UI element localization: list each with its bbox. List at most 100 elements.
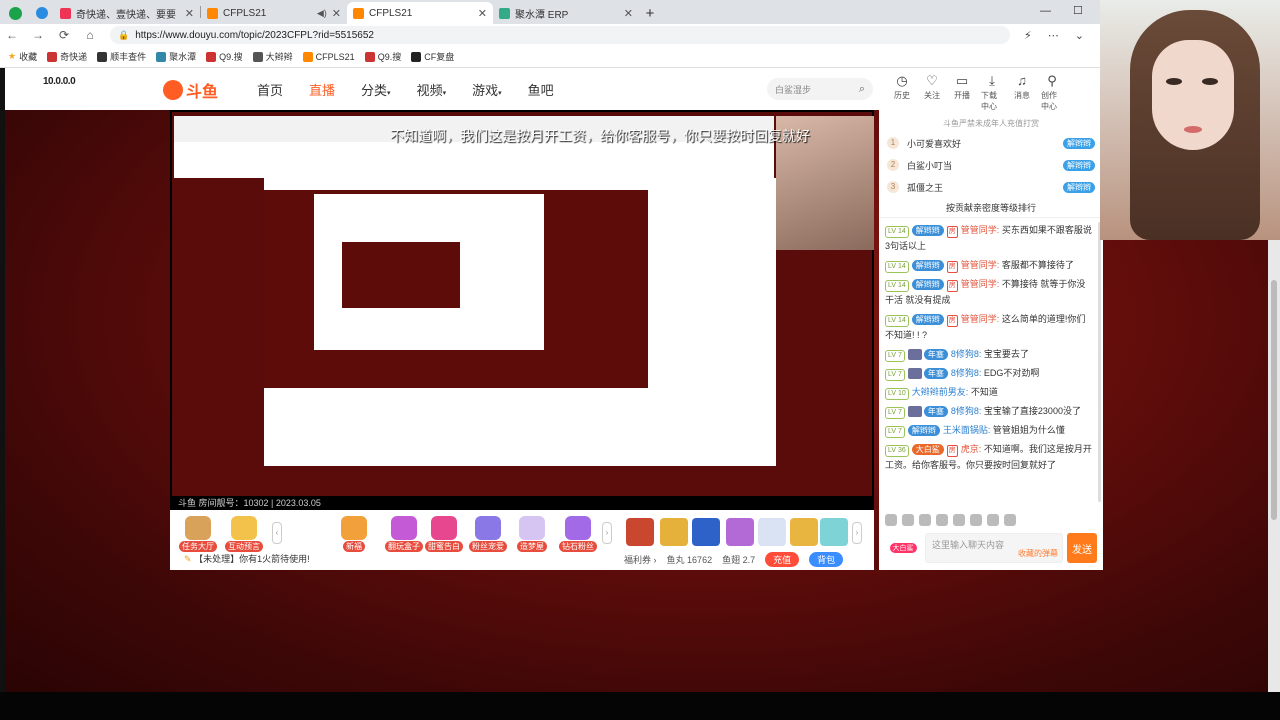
browser-logo-icon[interactable] xyxy=(0,2,30,24)
saved-danmaku-link[interactable]: 收藏的弹幕 xyxy=(1018,548,1058,559)
search-box[interactable]: 白鲨湿步 ⌕ xyxy=(767,78,873,100)
tool-messages[interactable]: ♫ 消息 xyxy=(1011,74,1033,112)
filter-icon[interactable] xyxy=(987,514,999,526)
rocket-notice[interactable]: ✎ 【未处理】你有1火箭待使用! xyxy=(184,552,310,565)
back-icon[interactable]: ← xyxy=(6,28,18,42)
rank-row[interactable]: 3 孤僵之王 解辫辫 xyxy=(879,176,1103,198)
rank-row[interactable]: 2 白鲨小叮当 解辫辫 xyxy=(879,154,1103,176)
recharge-button[interactable]: 充值 xyxy=(765,552,800,567)
bookmark-item[interactable]: Q9.搜 xyxy=(206,50,243,63)
minimize-icon[interactable]: — xyxy=(1040,0,1051,22)
bookmark-item[interactable]: CFPLS21 xyxy=(302,51,355,62)
lightning-icon[interactable]: ⚡ xyxy=(1024,29,1032,42)
rank-more-link[interactable]: 按贡献亲密度等级排行 xyxy=(879,198,1103,218)
settings-icon[interactable] xyxy=(970,514,982,526)
forward-icon[interactable]: → xyxy=(32,28,44,42)
prediction-button[interactable]: 互动预言 xyxy=(225,516,263,552)
nav-video[interactable]: 视频▾ xyxy=(417,80,447,99)
rocket-icon[interactable] xyxy=(692,518,720,546)
emoji-icon[interactable] xyxy=(885,514,897,526)
bookmark-item[interactable]: 顺丰查件 xyxy=(97,50,146,63)
new-tab-button[interactable]: + xyxy=(639,2,661,24)
gift-diamond-fan[interactable]: 钻石粉丝 xyxy=(559,516,597,552)
nav-games[interactable]: 游戏▾ xyxy=(472,80,502,99)
shield-icon[interactable] xyxy=(936,514,948,526)
chat-username[interactable]: 管管同学: xyxy=(961,279,1000,289)
more-arrow-icon[interactable]: › xyxy=(852,522,862,544)
nav-yuba[interactable]: 鱼吧 xyxy=(528,80,554,99)
megaphone-icon[interactable] xyxy=(902,514,914,526)
plane-icon[interactable] xyxy=(758,518,786,546)
maximize-icon[interactable]: ☐ xyxy=(1073,0,1083,22)
rank-row[interactable]: 1 小可爱喜欢好 解辫辫 xyxy=(879,132,1103,154)
nav-home[interactable]: 首页 xyxy=(257,80,283,99)
tool-history[interactable]: ◷ 历史 xyxy=(891,74,913,112)
gift-xinfu[interactable]: 新福 xyxy=(338,516,370,552)
gift-slot-icon[interactable] xyxy=(626,518,654,546)
gear-icon[interactable] xyxy=(1004,514,1016,526)
tab-kuaidi[interactable]: 奇快递、壹快递、要要 ✕ xyxy=(54,2,200,24)
main-menu: 首页 直播 分类▾ 视频▾ 游戏▾ 鱼吧 xyxy=(257,80,554,99)
douyu-logo[interactable]: 斗鱼 xyxy=(163,78,218,102)
chevron-down-icon[interactable]: ⌄ xyxy=(1075,29,1084,42)
chat-username[interactable]: 王米面锅贴: xyxy=(943,425,991,435)
chat-username[interactable]: 管管同学: xyxy=(961,260,1000,270)
search-icon[interactable]: ⌕ xyxy=(859,83,865,96)
bookmark-item[interactable]: Q9.搜 xyxy=(364,50,401,63)
gift-slot-icon[interactable] xyxy=(726,518,754,546)
speaker-icon[interactable]: ◀) xyxy=(317,8,327,19)
nav-live[interactable]: 直播 xyxy=(309,80,335,99)
close-tab-icon[interactable]: ✕ xyxy=(332,7,341,20)
close-tab-icon[interactable]: ✕ xyxy=(185,7,194,20)
chat-username[interactable]: 8修狗8: xyxy=(951,349,982,359)
bookmark-item[interactable]: 聚水潭 xyxy=(156,50,196,63)
chat-username[interactable]: 虎京: xyxy=(961,444,982,454)
chat-username[interactable]: 管管同学: xyxy=(961,314,1000,324)
reload-icon[interactable]: ⟳ xyxy=(58,28,70,42)
welfare-link[interactable]: 福利券 › xyxy=(624,553,657,566)
star-icon[interactable] xyxy=(919,514,931,526)
tab-jushuitan[interactable]: 聚水潭 ERP ✕ xyxy=(493,2,639,24)
gift-confession[interactable]: 甜蜜告白 xyxy=(425,516,463,552)
gift-fan-love[interactable]: 粉丝宠爱 xyxy=(469,516,507,552)
tab-cfpls21-b[interactable]: CFPLS21 ✕ xyxy=(347,2,493,24)
chat-input[interactable]: 这里输入聊天内容 收藏的弹幕 xyxy=(925,533,1063,563)
tool-broadcast[interactable]: ▭ 开播 xyxy=(951,74,973,112)
tab-cfpls21-a[interactable]: CFPLS21 ◀) ✕ xyxy=(201,2,347,24)
gold-bar-icon[interactable] xyxy=(790,518,818,546)
telegram-icon[interactable] xyxy=(30,2,54,24)
gift-dream-house[interactable]: 造梦屋 xyxy=(516,516,548,552)
video-player[interactable]: 不知道啊，我们这是按月开工资，给你客服号，你只要按时回复就好 斗鱼 房间靓号：1… xyxy=(170,110,874,510)
close-tab-icon[interactable]: ✕ xyxy=(478,7,487,20)
tool-download[interactable]: ⤓ 下载中心 xyxy=(981,74,1003,112)
tool-creator[interactable]: ⚲ 创作中心 xyxy=(1041,74,1063,112)
bookmark-item[interactable]: CF复盘 xyxy=(411,50,454,63)
chat-username[interactable]: 8修狗8: xyxy=(951,406,982,416)
close-tab-icon[interactable]: ✕ xyxy=(624,7,633,20)
pin-icon[interactable] xyxy=(953,514,965,526)
gift-slot-icon[interactable] xyxy=(820,518,848,546)
fan-badge-selector[interactable]: 大白鲨 xyxy=(885,533,921,563)
home-icon[interactable]: ⌂ xyxy=(84,28,96,42)
page-scrollbar[interactable] xyxy=(1268,240,1280,692)
next-arrow-icon[interactable]: › xyxy=(602,522,612,544)
tool-follow[interactable]: ♡ 关注 xyxy=(921,74,943,112)
backpack-button[interactable]: 背包 xyxy=(809,552,844,567)
bookmark-item[interactable]: 奇快递 xyxy=(47,50,87,63)
bookmark-item[interactable]: ★ 收藏 xyxy=(8,50,37,63)
chat-username[interactable]: 大辫辫前男友: xyxy=(912,387,969,397)
chat-scrollbar[interactable] xyxy=(1098,222,1101,502)
url-field[interactable]: 🔒 https://www.douyu.com/topic/2023CFPL?r… xyxy=(110,26,1011,44)
scroll-thumb[interactable] xyxy=(1271,280,1277,520)
chat-username[interactable]: 管管同学: xyxy=(961,225,1000,235)
bookmark-item[interactable]: 大辫辫 xyxy=(252,50,293,63)
send-button[interactable]: 发送 xyxy=(1067,533,1097,563)
gift-slot-icon[interactable] xyxy=(660,518,688,546)
menu-dots-icon[interactable]: ⋯ xyxy=(1048,29,1059,42)
nav-category[interactable]: 分类▾ xyxy=(361,80,391,99)
prev-arrow-icon[interactable]: ‹ xyxy=(272,522,282,544)
task-hall-button[interactable]: 任务大厅 xyxy=(179,516,217,552)
gift-box[interactable]: 翻玩盒子 xyxy=(385,516,423,552)
nested-chat xyxy=(652,178,776,430)
chat-username[interactable]: 8修狗8: xyxy=(951,368,982,378)
